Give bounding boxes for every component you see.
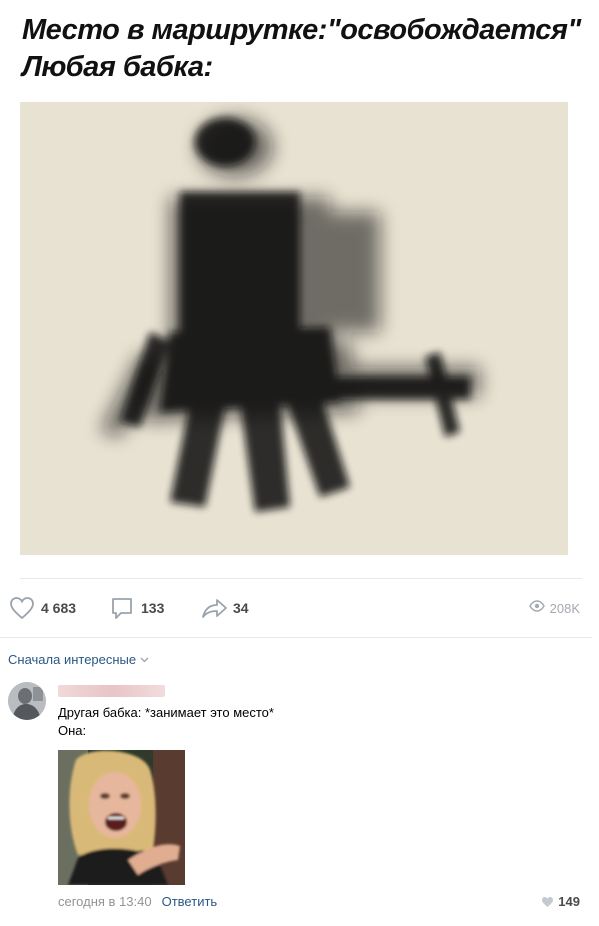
caption-line-2: Любая бабка: bbox=[22, 51, 213, 83]
heart-icon bbox=[8, 594, 36, 622]
comments-sort-dropdown[interactable]: Сначала интересные bbox=[8, 652, 149, 667]
comment-button[interactable]: 133 bbox=[108, 594, 164, 622]
comment-icon bbox=[108, 594, 136, 622]
post-actions-bar: 4 683 133 34 208K bbox=[8, 594, 584, 622]
comment-author-name-redacted[interactable] bbox=[58, 685, 165, 697]
sort-label: Сначала интересные bbox=[8, 652, 137, 667]
share-count: 34 bbox=[233, 600, 249, 616]
views-counter: 208K bbox=[528, 594, 580, 622]
avatar[interactable] bbox=[8, 682, 46, 720]
chevron-down-icon bbox=[140, 657, 149, 662]
comment-photo-screaming-woman[interactable] bbox=[58, 750, 185, 885]
comment-like-count: 149 bbox=[558, 894, 580, 909]
comment-time[interactable]: сегодня в 13:40 bbox=[58, 894, 152, 909]
caption-line-1: Место в маршрутке:"освобождается" bbox=[22, 14, 581, 46]
divider bbox=[0, 637, 592, 638]
comment-text-line-2: Она: bbox=[58, 723, 87, 738]
share-button[interactable]: 34 bbox=[200, 594, 249, 622]
comment-count: 133 bbox=[141, 600, 165, 616]
comment-text: Другая бабка: *занимает это место* Она: bbox=[58, 704, 274, 740]
post-caption: Место в маршрутке:"освобождается" Любая … bbox=[22, 12, 582, 86]
share-arrow-icon bbox=[200, 594, 228, 622]
like-button[interactable]: 4 683 bbox=[8, 594, 76, 622]
heart-icon bbox=[542, 896, 554, 907]
comment-meta: сегодня в 13:40 Ответить bbox=[58, 894, 217, 909]
divider bbox=[20, 578, 582, 579]
reply-link[interactable]: Ответить bbox=[162, 894, 218, 909]
views-count: 208K bbox=[549, 600, 580, 616]
like-count: 4 683 bbox=[41, 600, 77, 616]
post-image-blurred-wheelchair-figure[interactable] bbox=[20, 102, 568, 555]
comment-like-button[interactable]: 149 bbox=[541, 894, 580, 909]
eye-icon bbox=[528, 599, 545, 617]
comment-text-line-1: Другая бабка: *занимает это место* bbox=[58, 705, 274, 720]
